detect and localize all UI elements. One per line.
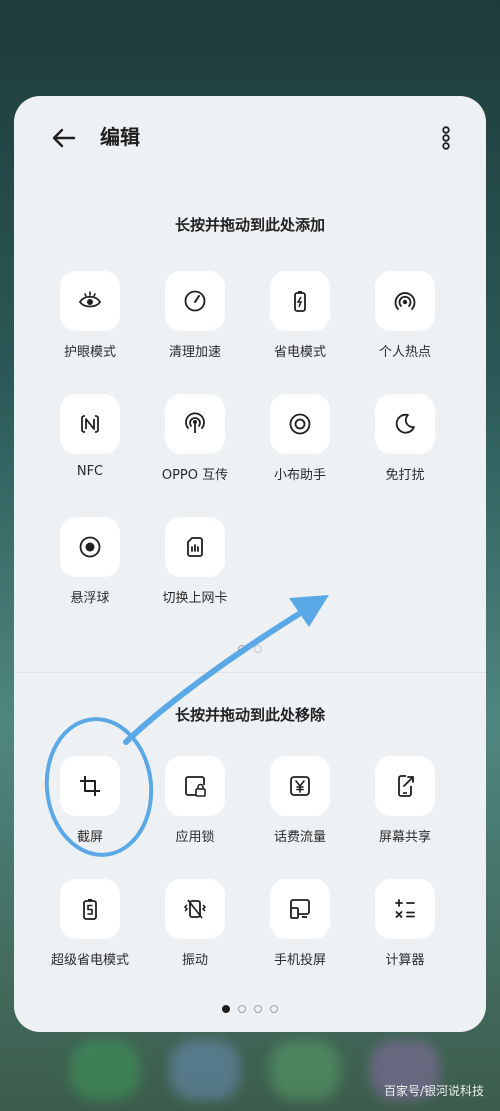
tile-label: NFC: [76, 464, 104, 479]
page-dot[interactable]: [254, 1005, 262, 1013]
watermark: 百家号/银河说科技: [383, 1084, 484, 1098]
page-dot[interactable]: [238, 645, 246, 653]
page-dot[interactable]: [222, 1005, 230, 1013]
tile-icon-box: [375, 756, 435, 816]
tile-icon-box: [165, 394, 225, 454]
page-indicator-top: [14, 638, 486, 657]
tile-vibrate[interactable]: 振动: [145, 879, 245, 989]
tile-icon-box: [165, 517, 225, 577]
tile-label: 免打扰: [385, 468, 425, 483]
back-arrow-icon[interactable]: [48, 122, 80, 154]
tile-screen-cast[interactable]: 手机投屏: [250, 879, 350, 989]
calculator-icon: [395, 899, 415, 918]
tile-label: 悬浮球: [70, 591, 110, 606]
yen-icon: [290, 776, 310, 796]
tile-label: 个人热点: [378, 345, 431, 360]
tile-icon-box: [60, 517, 120, 577]
remove-section-title: 长按并拖动到此处移除: [174, 706, 325, 724]
tile-screen-share[interactable]: 屏幕共享: [355, 756, 455, 866]
share-signal-icon: [185, 412, 205, 433]
tile-super-power-saving[interactable]: 超级省电模式: [40, 879, 140, 989]
tile-switch-data-sim[interactable]: 切换上网卡: [145, 517, 245, 627]
tile-label: 切换上网卡: [162, 591, 228, 606]
hotspot-icon: [394, 292, 416, 310]
tile-icon-box: [270, 879, 330, 939]
tile-icon-box: [375, 394, 435, 454]
tile-icon-box: [60, 271, 120, 331]
tile-screenshot[interactable]: 截屏: [40, 756, 140, 866]
super-battery-icon: [83, 899, 97, 920]
tile-icon-box: [270, 756, 330, 816]
tile-nfc[interactable]: NFC: [40, 394, 140, 504]
tile-label: 省电模式: [273, 345, 326, 360]
tile-icon-box: [165, 271, 225, 331]
section-divider: [14, 672, 486, 673]
background-app-icon: [170, 1040, 240, 1100]
tile-icon-box: [165, 879, 225, 939]
tile-label: 截屏: [76, 830, 103, 845]
tile-balance-data[interactable]: 话费流量: [250, 756, 350, 866]
eye-icon: [78, 291, 102, 308]
tile-hotspot[interactable]: 个人热点: [355, 271, 455, 381]
tile-label: 清理加速: [168, 345, 221, 360]
tile-label: 小布助手: [273, 468, 326, 483]
tile-breeno-assistant[interactable]: 小布助手: [250, 394, 350, 504]
page-dot[interactable]: [238, 1005, 246, 1013]
tile-icon-box: [60, 879, 120, 939]
more-options-icon[interactable]: [440, 124, 452, 152]
add-section-title: 长按并拖动到此处添加: [174, 216, 325, 234]
header: 编辑: [14, 96, 486, 180]
page-indicator-bottom: [14, 998, 486, 1017]
assistant-icon: [289, 413, 311, 435]
tile-do-not-disturb[interactable]: 免打扰: [355, 394, 455, 504]
tile-label: 护眼模式: [63, 345, 116, 360]
tile-icon-box: [375, 271, 435, 331]
nfc-icon: [81, 415, 99, 433]
tile-label: 屏幕共享: [378, 830, 431, 845]
tile-eye-care[interactable]: 护眼模式: [40, 271, 140, 381]
vibrate-icon: [183, 899, 207, 919]
background-app-icon: [70, 1040, 140, 1100]
app-lock-icon: [185, 776, 206, 797]
tile-icon-box: [165, 756, 225, 816]
tile-label: 应用锁: [175, 830, 215, 845]
tile-label: 计算器: [385, 953, 425, 968]
page-dot[interactable]: [270, 1005, 278, 1013]
tile-oppo-share[interactable]: OPPO 互传: [145, 394, 245, 504]
tile-icon-box: [375, 879, 435, 939]
tile-icon-box: [60, 756, 120, 816]
battery-icon: [294, 291, 306, 312]
moon-icon: [395, 413, 415, 434]
tile-label: 超级省电模式: [50, 953, 129, 968]
background-app-icon: [270, 1040, 340, 1100]
tile-icon-box: [270, 271, 330, 331]
tile-label: 振动: [181, 953, 208, 968]
cast-icon: [290, 899, 310, 919]
tile-app-lock[interactable]: 应用锁: [145, 756, 245, 866]
tile-power-saving[interactable]: 省电模式: [250, 271, 350, 381]
tile-calculator[interactable]: 计算器: [355, 879, 455, 989]
gauge-icon: [184, 290, 206, 312]
tile-floating-ball[interactable]: 悬浮球: [40, 517, 140, 627]
crop-icon: [80, 776, 100, 796]
quick-settings-edit-panel: 编辑 长按并拖动到此处添加 护眼模式 清理加速 省电模式 个人热点 NFC OP…: [14, 96, 486, 1032]
tile-label: 手机投屏: [273, 953, 326, 968]
tile-label: OPPO 互传: [161, 468, 229, 483]
float-ball-icon: [79, 536, 101, 558]
tile-label: 话费流量: [273, 830, 326, 845]
sim-card-icon: [187, 537, 203, 557]
page-dot[interactable]: [254, 645, 262, 653]
screen-share-icon: [398, 775, 414, 797]
tile-clean-boost[interactable]: 清理加速: [145, 271, 245, 381]
tile-icon-box: [60, 394, 120, 454]
page-title: 编辑: [100, 125, 140, 149]
tile-icon-box: [270, 394, 330, 454]
